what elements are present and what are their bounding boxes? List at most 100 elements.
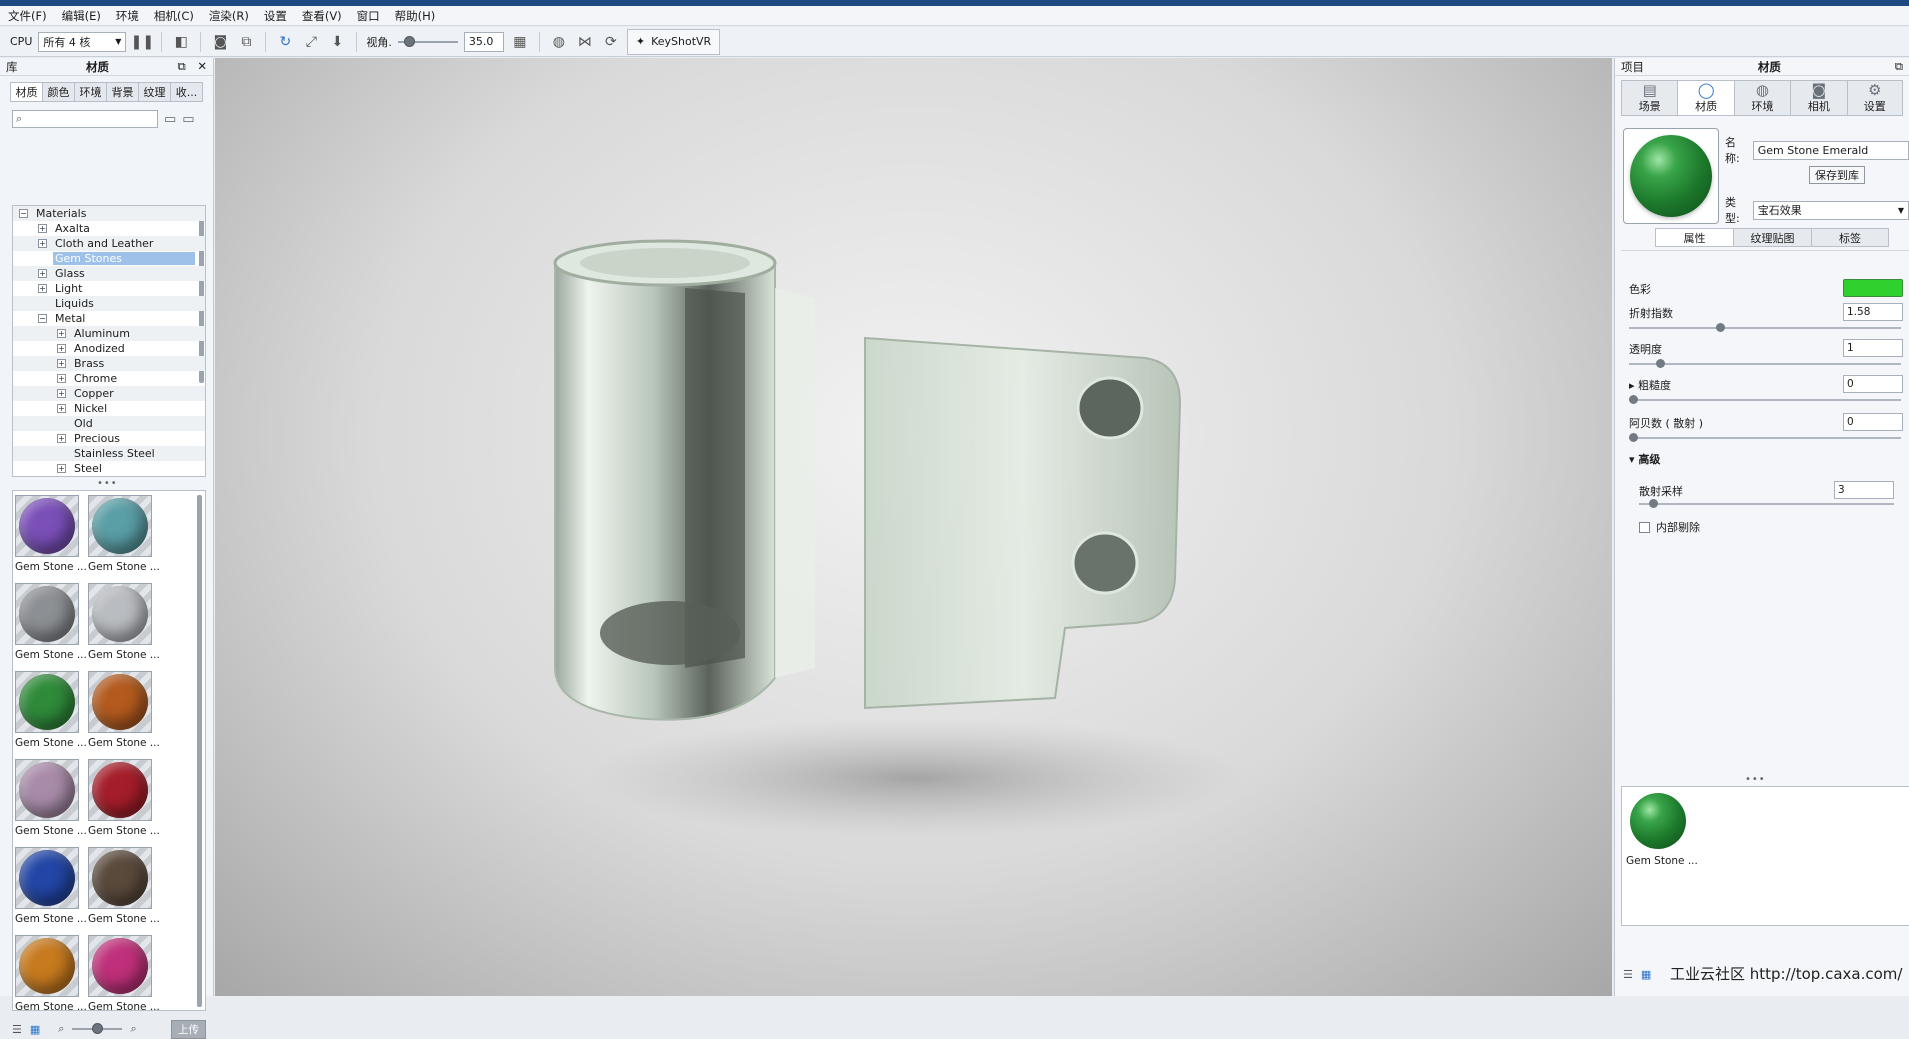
dispersion-samples-knob[interactable] — [1649, 499, 1658, 508]
thumbnails-scrollbar[interactable] — [197, 495, 202, 1007]
material-thumbnail[interactable]: Gem Stone ... — [88, 847, 160, 925]
tree-item[interactable]: + Copper — [13, 386, 205, 401]
close-icon[interactable]: ✕ — [197, 59, 207, 73]
list-view-icon[interactable]: ☰ — [1623, 968, 1633, 981]
tab-environments[interactable]: 环境 — [74, 82, 106, 102]
splitter-handle[interactable]: ••• — [1745, 774, 1766, 785]
menu-window[interactable]: 窗口 — [357, 8, 380, 24]
material-thumbnail[interactable]: Gem Stone ... — [88, 759, 160, 837]
glass-bracket-model[interactable] — [553, 239, 1182, 721]
zoom-out-icon[interactable]: ⌕ — [58, 1022, 64, 1036]
tab-environment[interactable]: ◍ 环境 — [1733, 80, 1791, 116]
geometry-button[interactable]: ⋈ — [575, 32, 595, 52]
material-thumbnail[interactable]: Gem Stone ... — [88, 935, 160, 1010]
material-thumbnail[interactable]: Gem Stone ... — [88, 671, 160, 749]
reset-view-button[interactable]: ↻ — [275, 32, 295, 52]
splitter-handle[interactable]: ••• — [97, 478, 118, 489]
expand-icon[interactable]: + — [57, 434, 66, 443]
tab-scene[interactable]: ▤ 场景 — [1621, 80, 1678, 116]
library-search-input[interactable]: ⌕ — [12, 110, 158, 128]
fov-input[interactable]: 35.0 — [463, 31, 504, 52]
screenshot-button[interactable]: ◙ — [210, 32, 230, 52]
folder-add-icon[interactable]: ▭ — [164, 112, 176, 127]
tree-item[interactable]: + Nickel — [13, 401, 205, 416]
tree-item[interactable]: + Chrome — [13, 371, 205, 386]
menu-settings[interactable]: 设置 — [264, 8, 287, 24]
tab-texture-maps[interactable]: 纹理贴图 — [1733, 228, 1811, 247]
folder-remove-icon[interactable]: ▭ — [182, 112, 194, 127]
material-thumbnail[interactable]: Gem Stone ... — [15, 759, 87, 837]
expand-icon[interactable]: + — [57, 344, 66, 353]
tree-item[interactable]: − Materials — [13, 206, 205, 221]
expand-icon[interactable]: + — [57, 374, 66, 383]
menu-camera[interactable]: 相机(C) — [154, 8, 194, 24]
tab-materials[interactable]: 材质 — [10, 82, 42, 102]
roughness-input[interactable]: 0 — [1843, 375, 1903, 393]
dispersion-samples-input[interactable]: 3 — [1834, 481, 1894, 499]
tree-item[interactable]: + Cloth and Leather — [13, 236, 205, 251]
expand-icon[interactable]: + — [57, 389, 66, 398]
expand-icon[interactable]: + — [57, 359, 66, 368]
transparency-slider[interactable] — [1629, 359, 1901, 368]
refraction-slider-knob[interactable] — [1716, 323, 1725, 332]
menu-environment[interactable]: 环境 — [116, 8, 139, 24]
tab-favorites[interactable]: 收... — [170, 82, 203, 102]
refraction-slider[interactable] — [1629, 323, 1901, 332]
menu-help[interactable]: 帮助(H) — [395, 8, 436, 24]
refraction-input[interactable]: 1.58 — [1843, 303, 1903, 321]
fit-view-button[interactable]: ⤢ — [301, 32, 321, 52]
render-viewport[interactable] — [215, 58, 1612, 996]
expand-icon[interactable]: + — [57, 464, 66, 473]
keyshotvr-button[interactable]: ✦ KeyShotVR — [626, 28, 721, 55]
undock-icon[interactable]: ⧉ — [177, 59, 185, 73]
tree-item[interactable]: − Metal — [13, 311, 205, 326]
advanced-section-toggle[interactable]: ▾ 高级 — [1629, 451, 1660, 467]
fov-slider[interactable] — [397, 35, 458, 47]
tab-camera[interactable]: ◙ 相机 — [1790, 80, 1847, 116]
grid-button[interactable]: ▦ — [510, 32, 530, 52]
tree-item[interactable]: + Axalta — [13, 221, 205, 236]
menu-file[interactable]: 文件(F) — [8, 8, 47, 24]
fov-slider-knob[interactable] — [403, 35, 415, 47]
menu-render[interactable]: 渲染(R) — [209, 8, 249, 24]
collapse-icon[interactable]: − — [38, 314, 47, 323]
material-thumbnail[interactable]: Gem Stone ... — [15, 671, 87, 749]
tree-item[interactable]: Stainless Steel — [13, 446, 205, 461]
thumbnail-size-slider[interactable] — [72, 1023, 123, 1034]
material-thumbnail[interactable]: Gem Stone ... — [88, 495, 160, 573]
cpu-cores-select[interactable]: 所有 4 核 ▼ — [38, 31, 127, 52]
tab-backgrounds[interactable]: 背景 — [106, 82, 138, 102]
menu-view[interactable]: 查看(V) — [302, 8, 342, 24]
tree-item[interactable]: Liquids — [13, 296, 205, 311]
tree-item[interactable]: Old — [13, 416, 205, 431]
expand-icon[interactable]: + — [38, 269, 47, 278]
transparency-input[interactable]: 1 — [1843, 339, 1903, 357]
expand-icon[interactable]: + — [38, 239, 47, 248]
grid-view-icon[interactable]: ▦ — [1641, 968, 1651, 981]
expand-icon[interactable]: + — [57, 329, 66, 338]
tab-properties[interactable]: 属性 — [1655, 228, 1733, 247]
expand-icon[interactable]: + — [57, 404, 66, 413]
expand-icon[interactable]: + — [38, 224, 47, 233]
save-to-library-button[interactable]: 保存到库 — [1809, 166, 1865, 184]
tab-labels[interactable]: 标签 — [1811, 228, 1889, 247]
tree-item[interactable]: Gem Stones — [13, 251, 205, 266]
material-thumbnail[interactable]: Gem Stone ... — [15, 847, 87, 925]
expand-icon[interactable]: + — [38, 284, 47, 293]
grid-view-icon[interactable]: ▦ — [30, 1023, 40, 1036]
drop-to-ground-button[interactable]: ⬇ — [327, 32, 347, 52]
abbe-slider[interactable] — [1629, 433, 1901, 442]
tree-item[interactable]: + Precious — [13, 431, 205, 446]
material-thumbnail[interactable]: Gem Stone ... — [88, 583, 160, 661]
collapse-icon[interactable]: − — [19, 209, 28, 218]
material-thumbnail[interactable]: Gem Stone ... — [15, 935, 87, 1010]
material-thumbnail[interactable]: Gem Stone ... — [15, 583, 87, 661]
roughness-slider-knob[interactable] — [1629, 395, 1638, 404]
copy-button[interactable]: ⧉ — [236, 32, 256, 52]
tree-item[interactable]: + Glass — [13, 266, 205, 281]
internal-cull-checkbox[interactable] — [1639, 521, 1650, 533]
tree-item[interactable]: + Steel — [13, 461, 205, 476]
tab-material[interactable]: ◯ 材质 — [1677, 80, 1734, 116]
abbe-slider-knob[interactable] — [1629, 433, 1638, 442]
abbe-input[interactable]: 0 — [1843, 413, 1903, 431]
